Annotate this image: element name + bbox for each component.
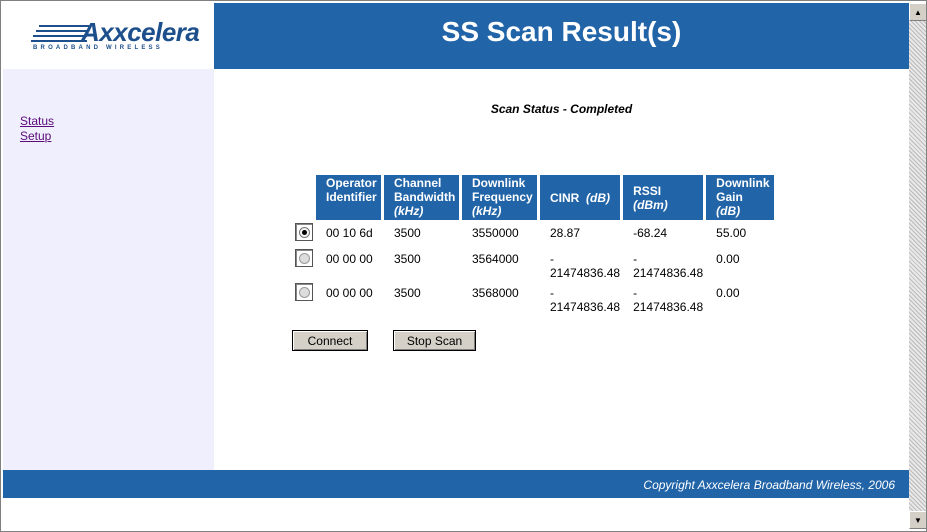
logo-text: Axxcelera [81, 17, 200, 47]
cell-operator: 00 00 00 [326, 252, 373, 266]
cell-gain: 0.00 [716, 252, 740, 266]
stop-scan-button[interactable]: Stop Scan [393, 330, 476, 351]
cell-bandwidth: 3500 [394, 286, 421, 300]
cell-frequency: 3568000 [472, 286, 519, 300]
column-header-frequency: Downlink Frequency (kHz) [462, 175, 537, 220]
row-select-radio[interactable] [295, 249, 313, 267]
row-select-radio[interactable] [295, 283, 313, 301]
sidebar: Status Setup [3, 69, 214, 470]
cell-bandwidth: 3500 [394, 226, 421, 240]
radio-checked-icon [299, 227, 310, 238]
scan-results-table: Operator Identifier Channel Bandwidth (kH… [288, 173, 777, 316]
sidebar-item-status[interactable]: Status [20, 114, 214, 129]
page-footer: Copyright Axxcelera Broadband Wireless, … [3, 470, 909, 498]
radio-unchecked-icon [299, 287, 310, 298]
cell-rssi: - 21474836.48 [633, 252, 704, 280]
select-column-header [291, 175, 313, 220]
column-header-rssi: RSSI (dBm) [623, 175, 704, 220]
column-header-gain: Downlink Gain (dB) [706, 175, 775, 220]
logo: Axxcelera BROADBAND WIRELESS [3, 3, 214, 69]
cell-rssi: -68.24 [633, 226, 668, 240]
table-row: 00 00 00 3500 3564000 - 21474836.48 - 21… [291, 248, 774, 280]
page-header: SS Scan Result(s) [214, 3, 909, 69]
column-header-bandwidth: Channel Bandwidth (kHz) [384, 175, 459, 220]
cell-operator: 00 00 00 [326, 286, 373, 300]
cell-cinr: - 21474836.48 [550, 286, 621, 314]
cell-cinr: - 21474836.48 [550, 252, 621, 280]
sidebar-item-setup[interactable]: Setup [20, 129, 214, 144]
table-row: 00 10 6d 3500 3550000 28.87 -68.24 55.00 [291, 222, 774, 246]
copyright-text: Copyright Axxcelera Broadband Wireless, … [643, 478, 895, 492]
cell-frequency: 3564000 [472, 252, 519, 266]
row-select-cell [291, 248, 313, 280]
cell-cinr: 28.87 [550, 226, 581, 240]
column-header-cinr: CINR (dB) [540, 175, 621, 220]
cell-gain: 0.00 [716, 286, 740, 300]
logo-tagline: BROADBAND WIRELESS [33, 45, 163, 51]
radio-unchecked-icon [299, 253, 310, 264]
column-header-operator: Operator Identifier [316, 175, 381, 220]
page-title: SS Scan Result(s) [441, 16, 682, 47]
cell-frequency: 3550000 [472, 226, 519, 240]
scroll-up-icon[interactable]: ▲ [909, 3, 927, 21]
connect-button[interactable]: Connect [292, 330, 368, 351]
scroll-down-icon[interactable]: ▼ [909, 511, 927, 529]
vertical-scrollbar[interactable]: ▲ ▼ [909, 3, 927, 529]
table-row: 00 00 00 3500 3568000 - 21474836.48 - 21… [291, 282, 774, 314]
cell-rssi: - 21474836.48 [633, 286, 704, 314]
page-frame: Axxcelera BROADBAND WIRELESS SS Scan Res… [3, 3, 909, 529]
row-select-radio[interactable] [295, 223, 313, 241]
cell-bandwidth: 3500 [394, 252, 421, 266]
cell-operator: 00 10 6d [326, 226, 373, 240]
scan-status: Scan Status - Completed [490, 102, 633, 116]
table-header-row: Operator Identifier Channel Bandwidth (kH… [291, 175, 775, 220]
row-select-cell [291, 222, 313, 246]
row-select-cell [291, 282, 313, 314]
cell-gain: 55.00 [716, 226, 747, 240]
